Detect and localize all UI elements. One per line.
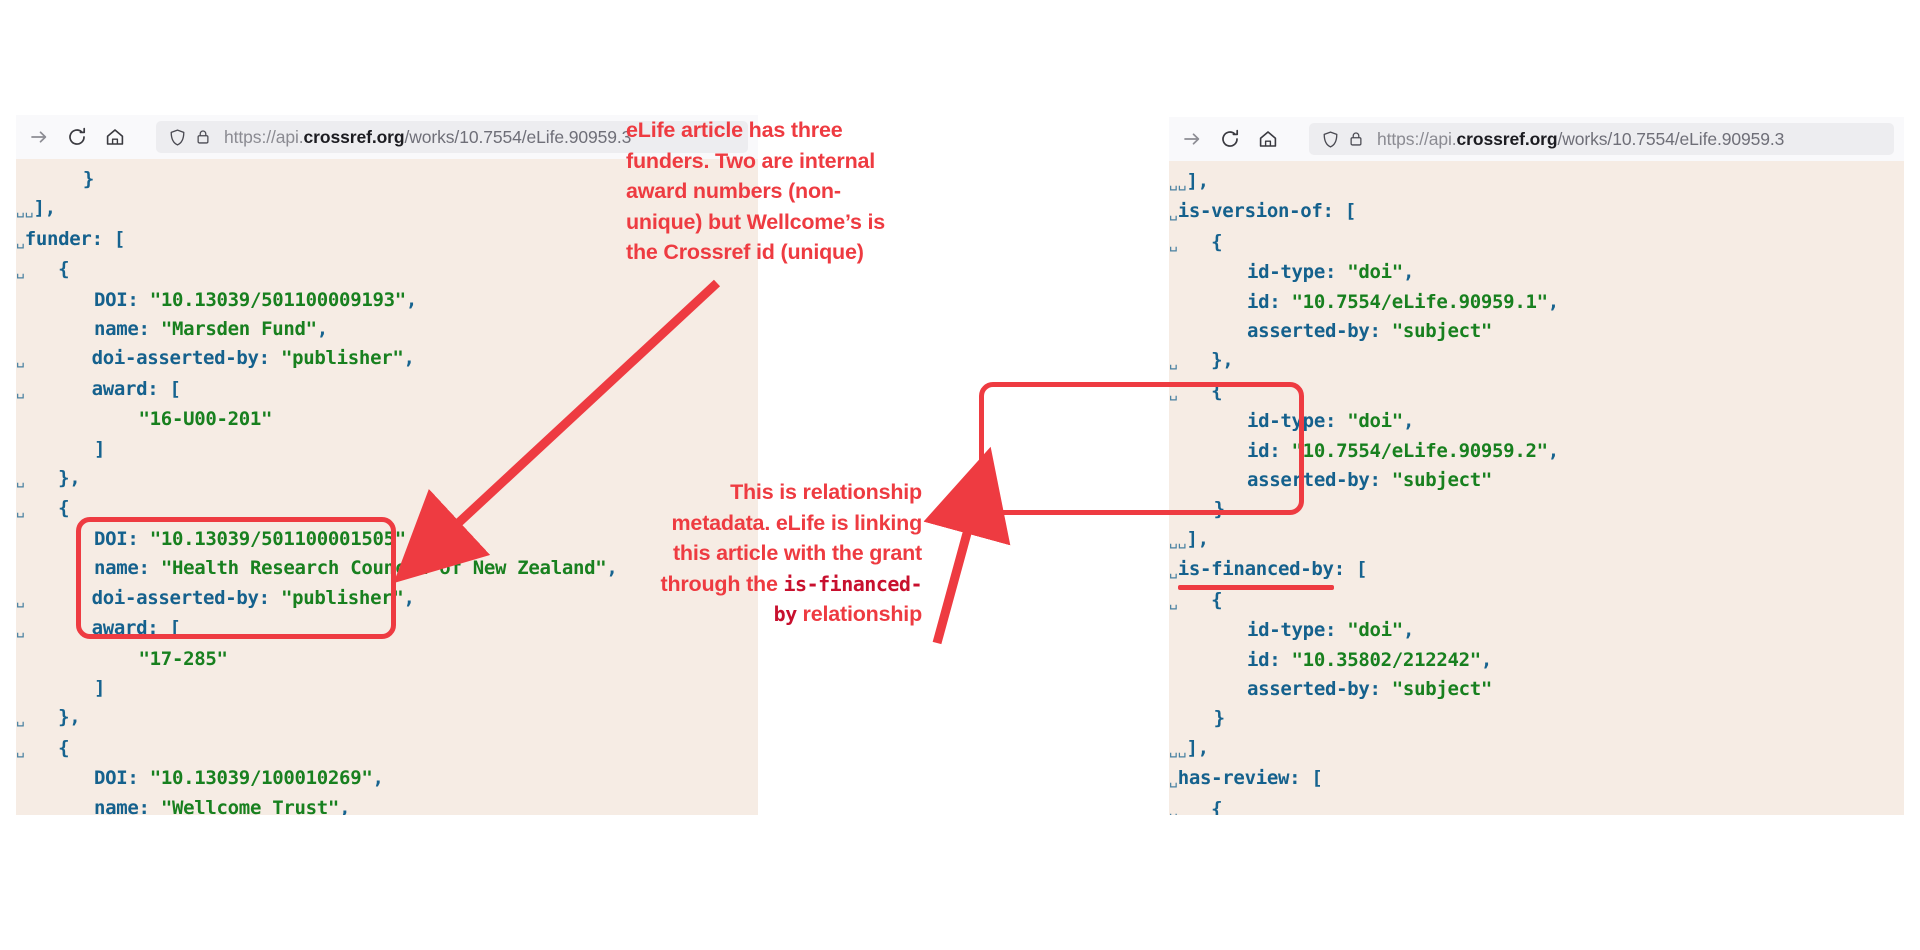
relationship-annotation: This is relationship metadata. eLife is … bbox=[660, 477, 923, 630]
forward-arrow-icon[interactable] bbox=[22, 120, 56, 154]
json-content-right: ␣␣], ␣is-version-of: [ ␣ { id-type: "doi… bbox=[1169, 170, 1559, 815]
url-bar-right[interactable]: https://api.crossref.org/works/10.7554/e… bbox=[1309, 123, 1894, 155]
browser-window-right: https://api.crossref.org/works/10.7554/e… bbox=[1169, 117, 1904, 815]
padlock-icon[interactable] bbox=[1345, 128, 1367, 150]
padlock-icon[interactable] bbox=[192, 126, 214, 148]
shield-icon[interactable] bbox=[1319, 128, 1341, 150]
funders-annotation: eLife article has three funders. Two are… bbox=[626, 118, 886, 264]
shield-icon[interactable] bbox=[166, 126, 188, 148]
home-icon[interactable] bbox=[1251, 122, 1285, 156]
reload-icon[interactable] bbox=[60, 120, 94, 154]
url-text-left: https://api.crossref.org/works/10.7554/e… bbox=[224, 126, 632, 147]
json-viewer-right: ␣␣], ␣is-version-of: [ ␣ { id-type: "doi… bbox=[1169, 161, 1904, 815]
reload-icon[interactable] bbox=[1213, 122, 1247, 156]
home-icon[interactable] bbox=[98, 120, 132, 154]
browser-toolbar-right: https://api.crossref.org/works/10.7554/e… bbox=[1169, 117, 1904, 161]
relationship-annotation-line2: relationship bbox=[802, 602, 923, 626]
url-text-right: https://api.crossref.org/works/10.7554/e… bbox=[1377, 128, 1785, 149]
screenshot-root: https://api.crossref.org/works/10.7554/e… bbox=[0, 0, 1920, 950]
forward-arrow-icon[interactable] bbox=[1175, 122, 1209, 156]
highlighted-relation-key: is-financed-by bbox=[1177, 555, 1334, 591]
